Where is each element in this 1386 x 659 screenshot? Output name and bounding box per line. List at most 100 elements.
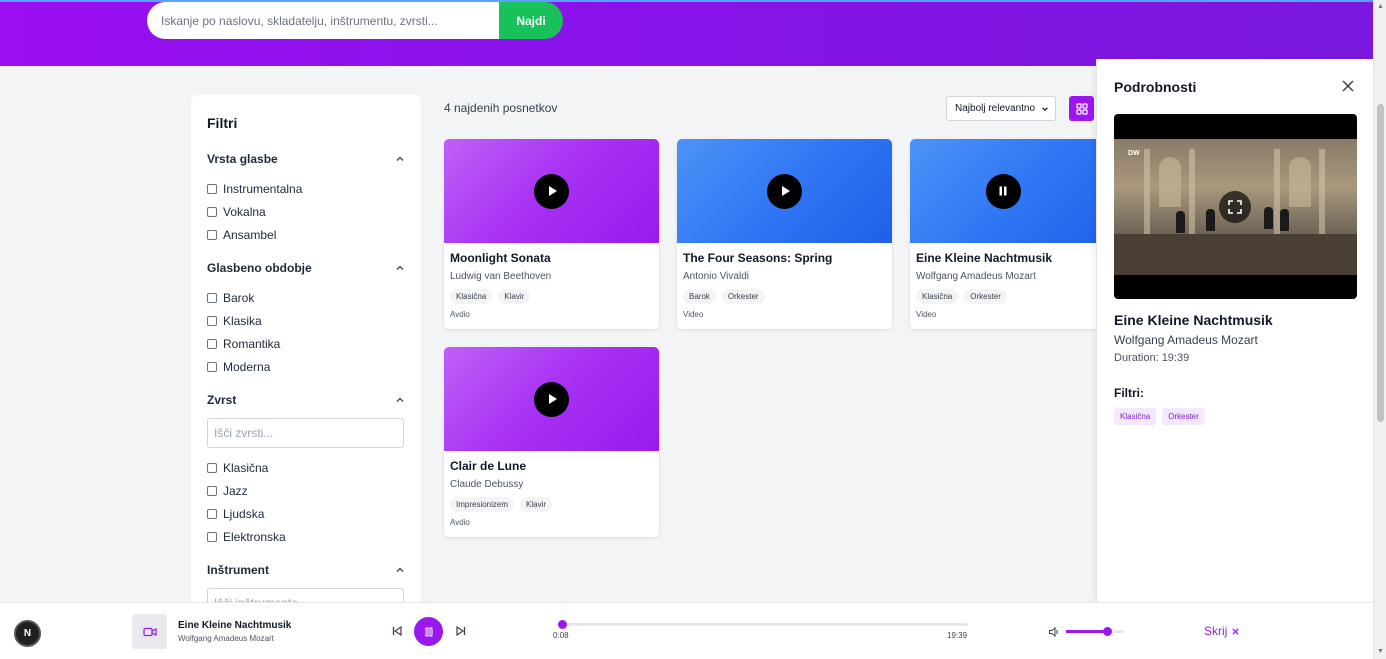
filter-option[interactable]: Jazz	[207, 479, 405, 502]
pause-icon	[425, 627, 432, 636]
checkbox[interactable]	[207, 485, 217, 496]
volume-icon[interactable]	[1048, 626, 1060, 638]
option-label: Klasika	[223, 313, 262, 328]
chevron-up-icon	[396, 567, 404, 572]
filter-option[interactable]: Ansambel	[207, 223, 405, 246]
player-bar: N Eine Kleine Nachtmusik Wolfgang Amadeu…	[0, 602, 1373, 659]
checkbox[interactable]	[207, 229, 217, 240]
card-thumbnail[interactable]	[677, 139, 892, 243]
play-button[interactable]	[534, 381, 569, 417]
genre-search-input[interactable]	[207, 418, 404, 448]
card-media-type: Video	[683, 310, 704, 319]
skip-forward-icon[interactable]	[455, 625, 467, 637]
chevron-down-icon	[1042, 106, 1048, 111]
grid-icon	[1075, 102, 1088, 115]
card-thumbnail[interactable]	[444, 139, 659, 243]
progress-bar[interactable]	[557, 620, 968, 629]
filter-option[interactable]: Instrumentalna	[207, 177, 405, 200]
checkbox[interactable]	[207, 338, 217, 349]
page-scrollbar[interactable]: ▲ ▼	[1373, 0, 1386, 659]
grid-view-button[interactable]	[1069, 96, 1094, 121]
option-label: Instrumentalna	[223, 181, 303, 196]
option-label: Elektronska	[223, 529, 286, 544]
chevron-up-icon	[396, 397, 404, 402]
recording-card[interactable]: Clair de Lune Claude Debussy Impresioniz…	[444, 347, 659, 537]
chevron-up-icon	[396, 265, 404, 270]
hide-player-button[interactable]: Skrij	[1204, 624, 1240, 638]
card-tags: Klasična Klavir	[450, 289, 653, 304]
volume-slider[interactable]	[1066, 627, 1124, 636]
filter-section-music-type: Vrsta glasbe Instrumentalna Vokalna Ansa…	[207, 151, 405, 246]
checkbox[interactable]	[207, 315, 217, 326]
play-button[interactable]	[534, 173, 569, 209]
detail-duration: Duration: 19:39	[1114, 352, 1190, 364]
option-label: Moderna	[223, 359, 271, 374]
filter-section-title: Vrsta glasbe	[207, 152, 278, 166]
filter-option[interactable]: Klasika	[207, 309, 405, 332]
filter-option[interactable]: Klasična	[207, 456, 405, 479]
filter-option[interactable]: Barok	[207, 286, 405, 309]
filter-option[interactable]: Romantika	[207, 332, 405, 355]
scene-window	[1159, 157, 1181, 207]
recording-card[interactable]: Moonlight Sonata Ludwig van Beethoven Kl…	[444, 139, 659, 329]
checkbox[interactable]	[207, 183, 217, 194]
checkbox[interactable]	[207, 361, 217, 372]
option-label: Ansambel	[223, 227, 277, 242]
next-badge[interactable]: N	[14, 620, 41, 647]
player-artist: Wolfgang Amadeus Mozart	[178, 634, 274, 643]
play-icon	[781, 186, 790, 196]
play-icon	[548, 394, 557, 404]
pause-icon	[999, 186, 1007, 196]
scene-musician	[1280, 209, 1289, 231]
card-artist: Ludwig van Beethoven	[450, 271, 552, 282]
card-thumbnail[interactable]	[444, 347, 659, 451]
filter-head-genre[interactable]: Zvrst	[207, 392, 405, 408]
search-input[interactable]	[147, 2, 499, 39]
player-title: Eine Kleine Nachtmusik	[178, 620, 292, 631]
sort-value: Najbolj relevantno	[955, 103, 1036, 114]
filter-section-title: Zvrst	[207, 393, 237, 407]
scroll-thumb[interactable]	[1377, 104, 1384, 422]
progress-handle[interactable]	[557, 620, 567, 629]
filter-option[interactable]: Ljudska	[207, 502, 405, 525]
video-player[interactable]: DW	[1114, 114, 1357, 299]
card-title: Moonlight Sonata	[450, 251, 551, 265]
option-label: Klasična	[223, 460, 269, 475]
detail-tag[interactable]: Klasična	[1114, 408, 1157, 425]
sort-select[interactable]: Najbolj relevantno	[946, 96, 1056, 121]
checkbox[interactable]	[207, 531, 217, 542]
scroll-down-arrow[interactable]: ▼	[1377, 648, 1384, 655]
filter-option[interactable]: Elektronska	[207, 525, 405, 548]
filter-section-title: Inštrument	[207, 563, 270, 577]
volume-handle[interactable]	[1102, 627, 1112, 636]
filter-head-period[interactable]: Glasbeno obdobje	[207, 260, 405, 276]
checkbox[interactable]	[207, 462, 217, 473]
recording-card[interactable]: Eine Kleine Nachtmusik Wolfgang Amadeus …	[910, 139, 1096, 329]
player-pause-button[interactable]	[414, 617, 443, 646]
detail-track-title: Eine Kleine Nachtmusik	[1114, 312, 1273, 328]
filter-head-music-type[interactable]: Vrsta glasbe	[207, 151, 405, 167]
filter-head-instrument[interactable]: Inštrument	[207, 562, 405, 578]
skip-back-icon[interactable]	[391, 625, 403, 637]
play-button[interactable]	[767, 173, 802, 209]
search-button[interactable]: Najdi	[499, 2, 563, 39]
checkbox[interactable]	[207, 292, 217, 303]
filter-option[interactable]: Vokalna	[207, 200, 405, 223]
scene-floor	[1114, 234, 1357, 275]
filters-panel: Filtri Vrsta glasbe Instrumentalna Vokal…	[191, 95, 421, 605]
total-time: 19:39	[947, 631, 968, 640]
fullscreen-button[interactable]	[1219, 191, 1251, 223]
card-thumbnail[interactable]	[910, 139, 1096, 243]
scroll-up-arrow[interactable]: ▲	[1377, 3, 1384, 10]
filter-option[interactable]: Moderna	[207, 355, 405, 378]
card-artist: Wolfgang Amadeus Mozart	[916, 271, 1036, 282]
pause-button[interactable]	[985, 173, 1021, 209]
close-icon[interactable]	[1341, 79, 1355, 93]
checkbox[interactable]	[207, 206, 217, 217]
card-title: The Four Seasons: Spring	[683, 251, 833, 265]
card-title: Eine Kleine Nachtmusik	[916, 251, 1053, 265]
checkbox[interactable]	[207, 508, 217, 519]
detail-tag[interactable]: Orkester	[1162, 408, 1205, 425]
video-camera-icon	[142, 627, 157, 636]
recording-card[interactable]: The Four Seasons: Spring Antonio Vivaldi…	[677, 139, 892, 329]
